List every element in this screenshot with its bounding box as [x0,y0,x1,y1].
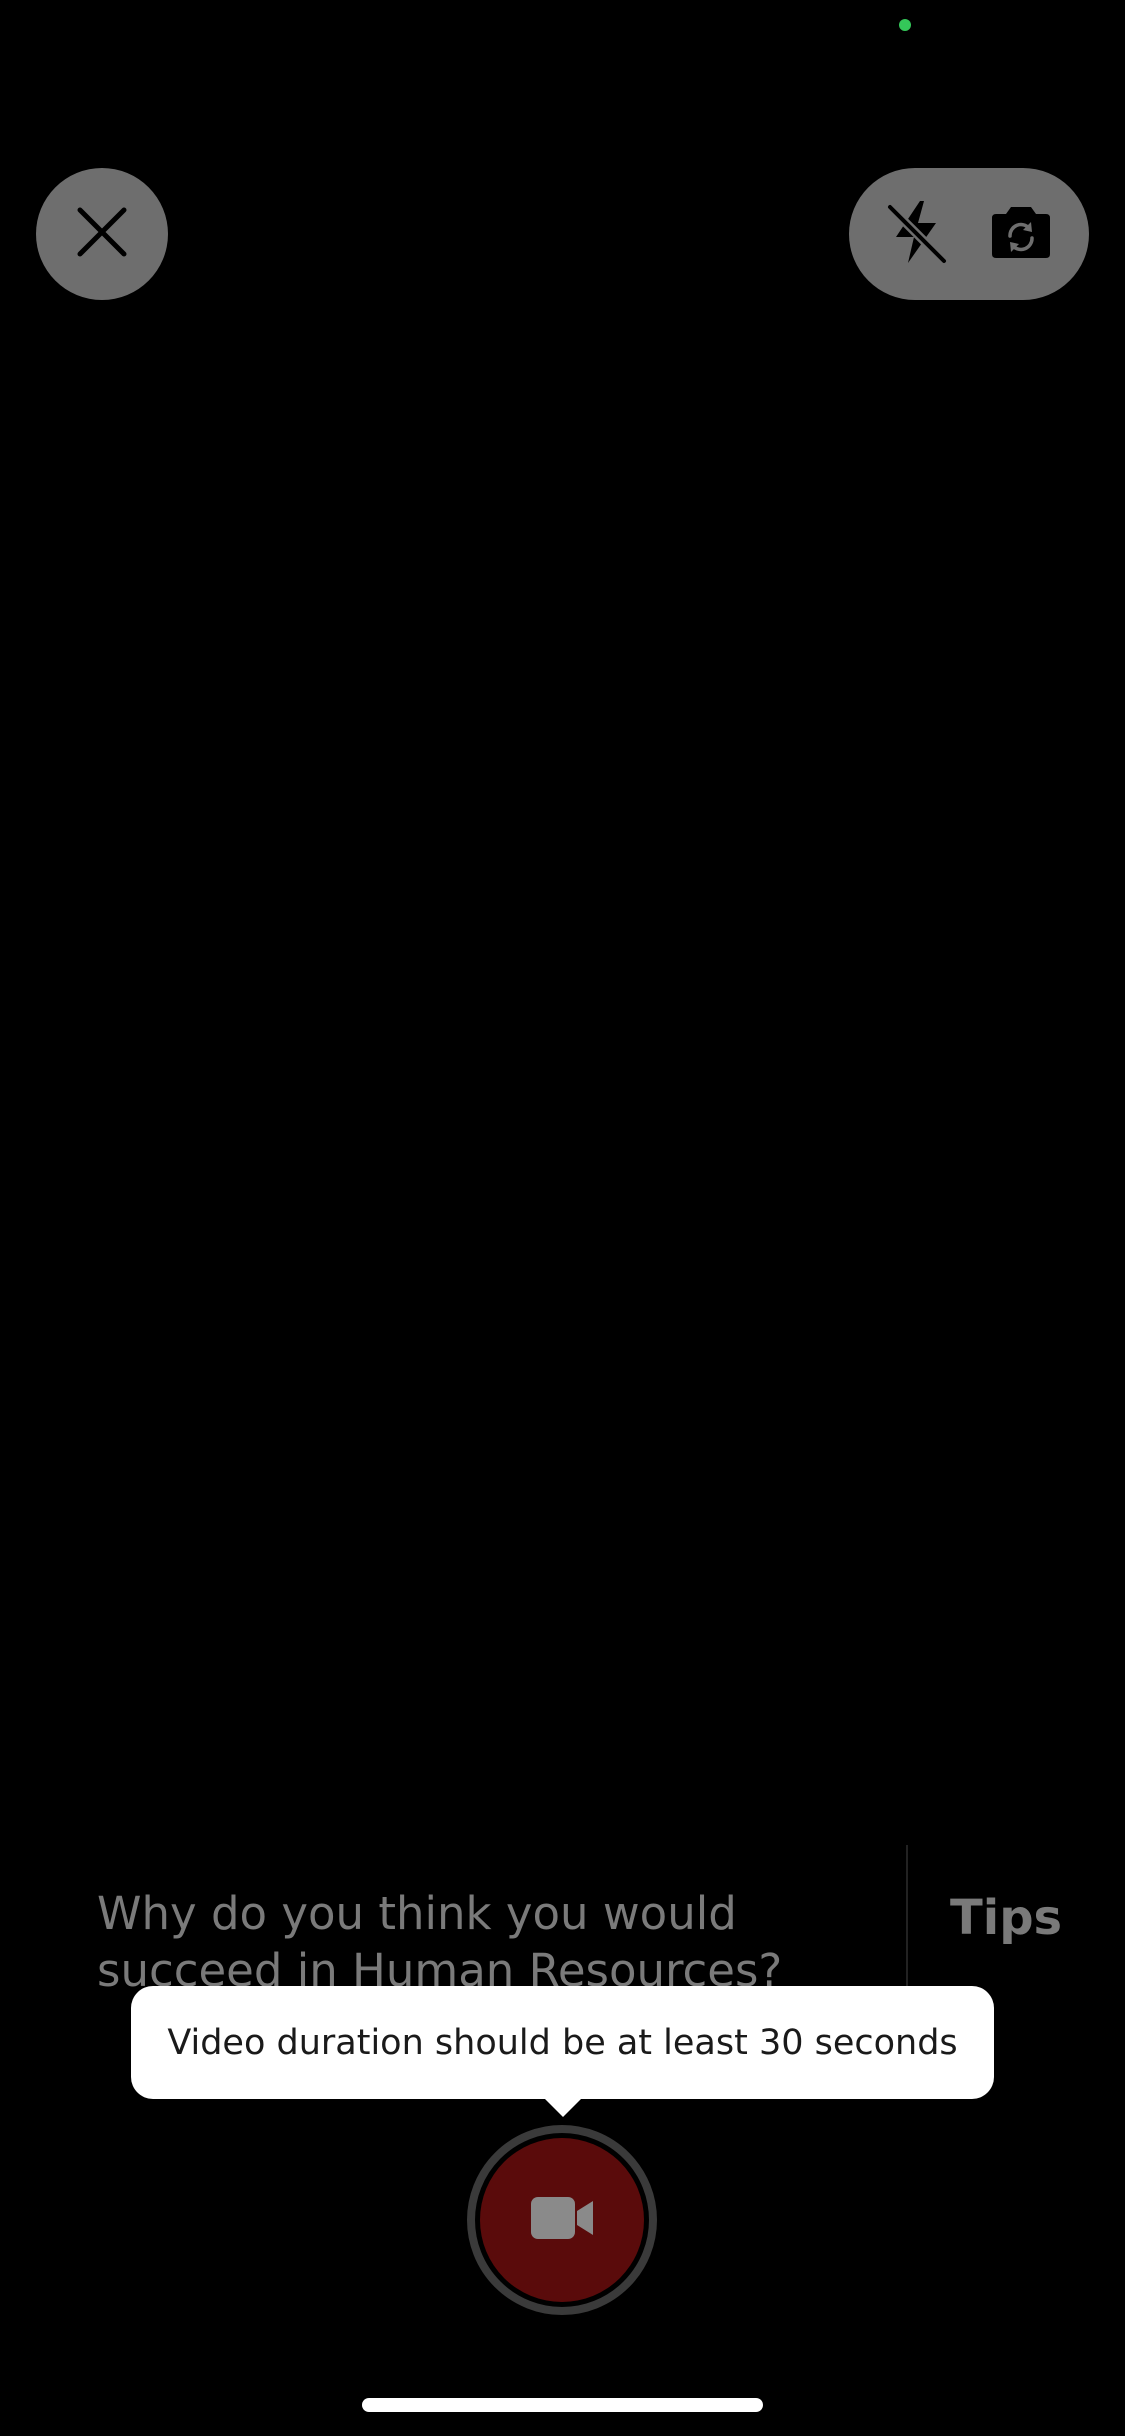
close-icon [74,204,130,264]
video-camera-icon [529,2195,595,2245]
duration-tooltip: Video duration should be at least 30 sec… [131,1986,994,2099]
camera-controls [849,168,1089,300]
flash-off-icon [882,197,952,271]
switch-camera-icon [988,204,1054,264]
question-panel: Why do you think you would succeed in Hu… [0,1845,1125,1997]
question-divider [906,1845,908,1995]
tooltip-arrow [543,2097,583,2117]
question-text: Why do you think you would succeed in Hu… [97,1887,783,1997]
home-indicator[interactable] [362,2398,763,2412]
tooltip-message: Video duration should be at least 30 sec… [167,2022,958,2063]
record-button-fill [480,2138,644,2302]
close-button[interactable] [36,168,168,300]
tips-button[interactable]: Tips [950,1890,1062,1946]
record-button[interactable] [467,2125,657,2315]
flash-toggle-button[interactable] [872,189,962,279]
camera-in-use-indicator [899,19,911,31]
switch-camera-button[interactable] [976,189,1066,279]
